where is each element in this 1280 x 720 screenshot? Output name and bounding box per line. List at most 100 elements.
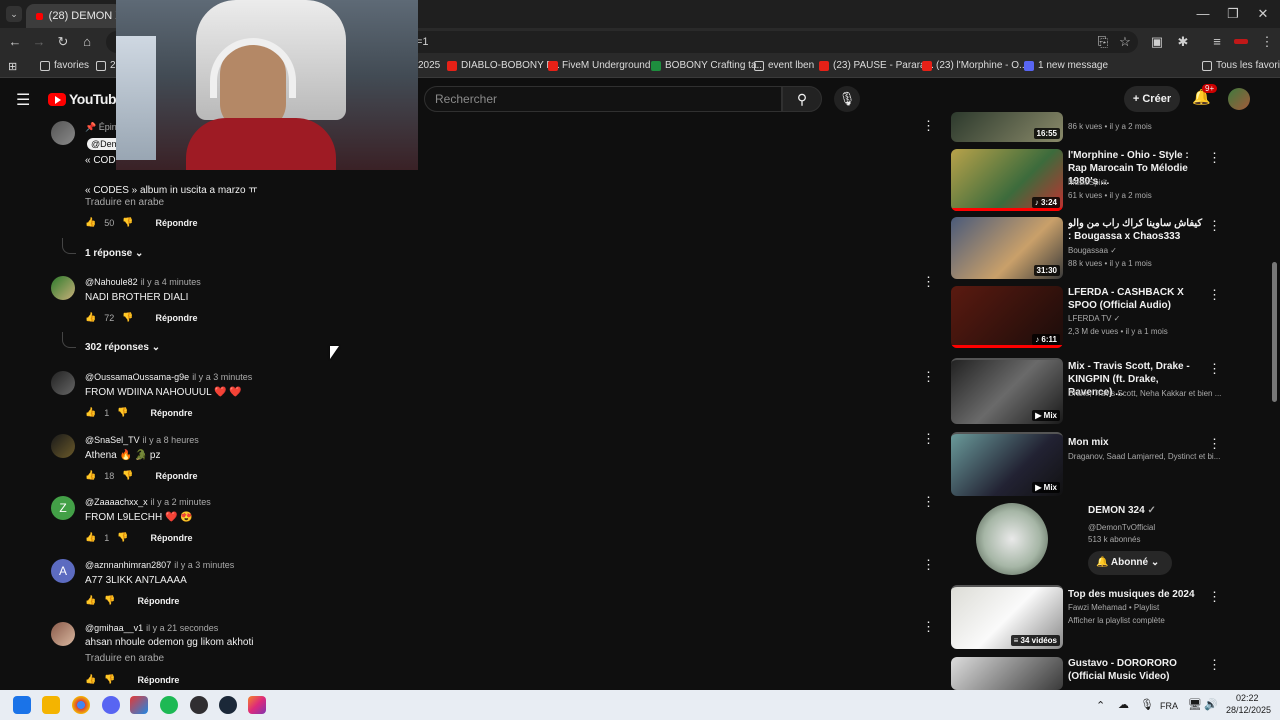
bookmark-folder-2[interactable]: 2 bbox=[96, 60, 116, 71]
search-input[interactable]: Rechercher bbox=[424, 86, 782, 112]
reload-icon[interactable]: ↻ bbox=[54, 34, 72, 50]
video-thumbnail[interactable]: ▶ Mix bbox=[951, 432, 1063, 496]
like-icon[interactable]: 👍 bbox=[85, 217, 96, 228]
bookmark-morphine[interactable]: (23) l'Morphine - O... bbox=[922, 60, 1027, 71]
comment-author[interactable]: @gmihaa__v1 il y a 21 secondes bbox=[85, 623, 218, 633]
restore-icon[interactable]: ❐ bbox=[1218, 6, 1248, 22]
like-icon[interactable]: 👍 bbox=[85, 532, 96, 543]
subscribed-button[interactable]: 🔔 Abonné ⌄ bbox=[1088, 551, 1172, 575]
reply-button[interactable]: Répondre bbox=[155, 313, 197, 323]
comment-menu-icon[interactable]: ⋮ bbox=[922, 118, 935, 134]
video-menu-icon[interactable]: ⋮ bbox=[1208, 436, 1221, 452]
like-icon[interactable]: 👍 bbox=[85, 407, 96, 418]
volume-icon[interactable]: 🔊 bbox=[1204, 698, 1218, 711]
puzzle-icon[interactable]: ✱ bbox=[1174, 34, 1192, 50]
playlist-link[interactable]: Afficher la playlist complète bbox=[1068, 616, 1165, 625]
avatar[interactable] bbox=[51, 121, 75, 145]
account-avatar[interactable] bbox=[1228, 88, 1250, 110]
search-button[interactable]: ⚲ bbox=[782, 86, 822, 112]
close-icon[interactable]: ✕ bbox=[1248, 6, 1278, 22]
microphone-icon[interactable]: 🎙 bbox=[1140, 698, 1154, 711]
comment-author[interactable]: @Nahoule82 il y a 4 minutes bbox=[85, 277, 201, 287]
instagram-icon[interactable] bbox=[248, 696, 266, 714]
back-icon[interactable]: ← bbox=[6, 34, 24, 49]
reply-button[interactable]: Répondre bbox=[137, 596, 179, 606]
avatar[interactable]: Z bbox=[51, 496, 75, 520]
spotify-icon[interactable] bbox=[160, 696, 178, 714]
comment-author[interactable]: @aznnanhimran2807 il y a 3 minutes bbox=[85, 560, 234, 570]
video-title[interactable]: Gustavo - DORORORO (Official Music Video… bbox=[1068, 657, 1204, 683]
dislike-icon[interactable]: 👎 bbox=[122, 470, 133, 481]
bookmark-2025[interactable]: 2025 bbox=[418, 60, 440, 71]
comment-menu-icon[interactable]: ⋮ bbox=[922, 557, 935, 573]
comment-author[interactable]: @SnaSel_TV il y a 8 heures bbox=[85, 435, 199, 445]
discord-icon[interactable] bbox=[102, 696, 120, 714]
bookmark-pause[interactable]: (23) PAUSE - Parara... bbox=[819, 60, 934, 71]
clock-time[interactable]: 02:22 bbox=[1236, 693, 1259, 703]
clock-date[interactable]: 28/12/2025 bbox=[1226, 705, 1271, 715]
comment-menu-icon[interactable]: ⋮ bbox=[922, 619, 935, 635]
comment-menu-icon[interactable]: ⋮ bbox=[922, 274, 935, 290]
channel-name[interactable]: Bougassaa ✓ bbox=[1068, 246, 1117, 255]
language-indicator[interactable]: FRA bbox=[1160, 701, 1178, 711]
dislike-icon[interactable]: 👎 bbox=[117, 407, 128, 418]
tray-chevron-icon[interactable]: ⌃ bbox=[1096, 699, 1105, 712]
minimize-icon[interactable]: — bbox=[1188, 6, 1218, 21]
video-menu-icon[interactable]: ⋮ bbox=[1208, 361, 1221, 377]
profile-icon[interactable] bbox=[1234, 39, 1248, 44]
avatar[interactable] bbox=[51, 276, 75, 300]
browser-tab-active[interactable]: (28) DEMON X BAB bbox=[26, 4, 122, 28]
apps-icon[interactable]: ⊞ bbox=[8, 60, 17, 73]
video-menu-icon[interactable]: ⋮ bbox=[1208, 589, 1221, 605]
app-icon[interactable] bbox=[130, 696, 148, 714]
channel-name[interactable]: MusicSpirit bbox=[1068, 178, 1107, 187]
video-menu-icon[interactable]: ⋮ bbox=[1208, 218, 1221, 234]
translate-link[interactable]: Traduire en arabe bbox=[85, 197, 164, 208]
bookmark-bobony[interactable]: BOBONY Crafting ta... bbox=[651, 60, 765, 71]
windows-start-icon[interactable] bbox=[13, 696, 31, 714]
channel-name[interactable]: Fawzi Mehamad • Playlist bbox=[1068, 603, 1159, 612]
video-menu-icon[interactable]: ⋮ bbox=[1208, 657, 1221, 673]
bookmark-event[interactable]: event lben bbox=[754, 60, 814, 71]
dislike-icon[interactable]: 👎 bbox=[117, 532, 128, 543]
comment-author[interactable]: @Zaaaachxx_x il y a 2 minutes bbox=[85, 497, 211, 507]
video-title[interactable]: Mon mix bbox=[1068, 436, 1204, 449]
channel-name[interactable]: LFERDA TV ✓ bbox=[1068, 314, 1120, 323]
replies-toggle[interactable]: 1 réponse ⌄ bbox=[85, 248, 143, 259]
comment-menu-icon[interactable]: ⋮ bbox=[922, 369, 935, 385]
dislike-icon[interactable]: 👎 bbox=[104, 595, 115, 606]
dislike-icon[interactable]: 👎 bbox=[122, 217, 133, 228]
voice-search-icon[interactable]: 🎙 bbox=[834, 86, 860, 112]
reply-button[interactable]: Répondre bbox=[155, 218, 197, 228]
bookmark-fivem[interactable]: FiveM Underground... bbox=[548, 60, 659, 71]
comment-menu-icon[interactable]: ⋮ bbox=[922, 431, 935, 447]
video-thumbnail[interactable]: ▶ Mix bbox=[951, 358, 1063, 424]
bookmark-favories[interactable]: favories bbox=[40, 60, 89, 71]
video-menu-icon[interactable]: ⋮ bbox=[1208, 287, 1221, 303]
extension-icon[interactable]: ▣ bbox=[1148, 34, 1166, 50]
menu-icon[interactable]: ⋮ bbox=[1258, 34, 1276, 50]
bookmark-diablo[interactable]: DIABLO-BOBONY F... bbox=[447, 60, 560, 71]
video-thumbnail[interactable]: 31:30 bbox=[951, 217, 1063, 279]
tray-app-icon[interactable]: ☁ bbox=[1118, 698, 1129, 711]
channel-name[interactable]: DEMON 324 ✓ bbox=[1088, 505, 1156, 516]
avatar[interactable] bbox=[51, 371, 75, 395]
translate-link[interactable]: Traduire en arabe bbox=[85, 653, 164, 664]
video-thumbnail[interactable]: 16:55 bbox=[951, 112, 1063, 142]
bookmark-message[interactable]: 1 new message bbox=[1024, 60, 1108, 71]
dislike-icon[interactable]: 👎 bbox=[104, 674, 115, 685]
star-icon[interactable]: ☆ bbox=[1116, 34, 1134, 50]
dislike-icon[interactable]: 👎 bbox=[122, 312, 133, 323]
avatar[interactable]: A bbox=[51, 559, 75, 583]
video-thumbnail[interactable] bbox=[951, 657, 1063, 690]
create-button[interactable]: + Créer bbox=[1124, 86, 1180, 112]
video-title[interactable]: LFERDA - CASHBACK X SPOO (Official Audio… bbox=[1068, 286, 1204, 312]
youtube-logo[interactable]: YouTube bbox=[48, 91, 124, 107]
like-icon[interactable]: 👍 bbox=[85, 674, 96, 685]
video-thumbnail[interactable]: ♪ 6:11 bbox=[951, 286, 1063, 348]
forward-icon[interactable]: → bbox=[30, 34, 48, 49]
video-title[interactable]: كيفاش ساوينا كراك راب من والو : Bougassa… bbox=[1068, 217, 1204, 243]
reply-button[interactable]: Répondre bbox=[150, 408, 192, 418]
obs-icon[interactable] bbox=[190, 696, 208, 714]
network-icon[interactable]: 🖥 bbox=[1188, 698, 1202, 711]
